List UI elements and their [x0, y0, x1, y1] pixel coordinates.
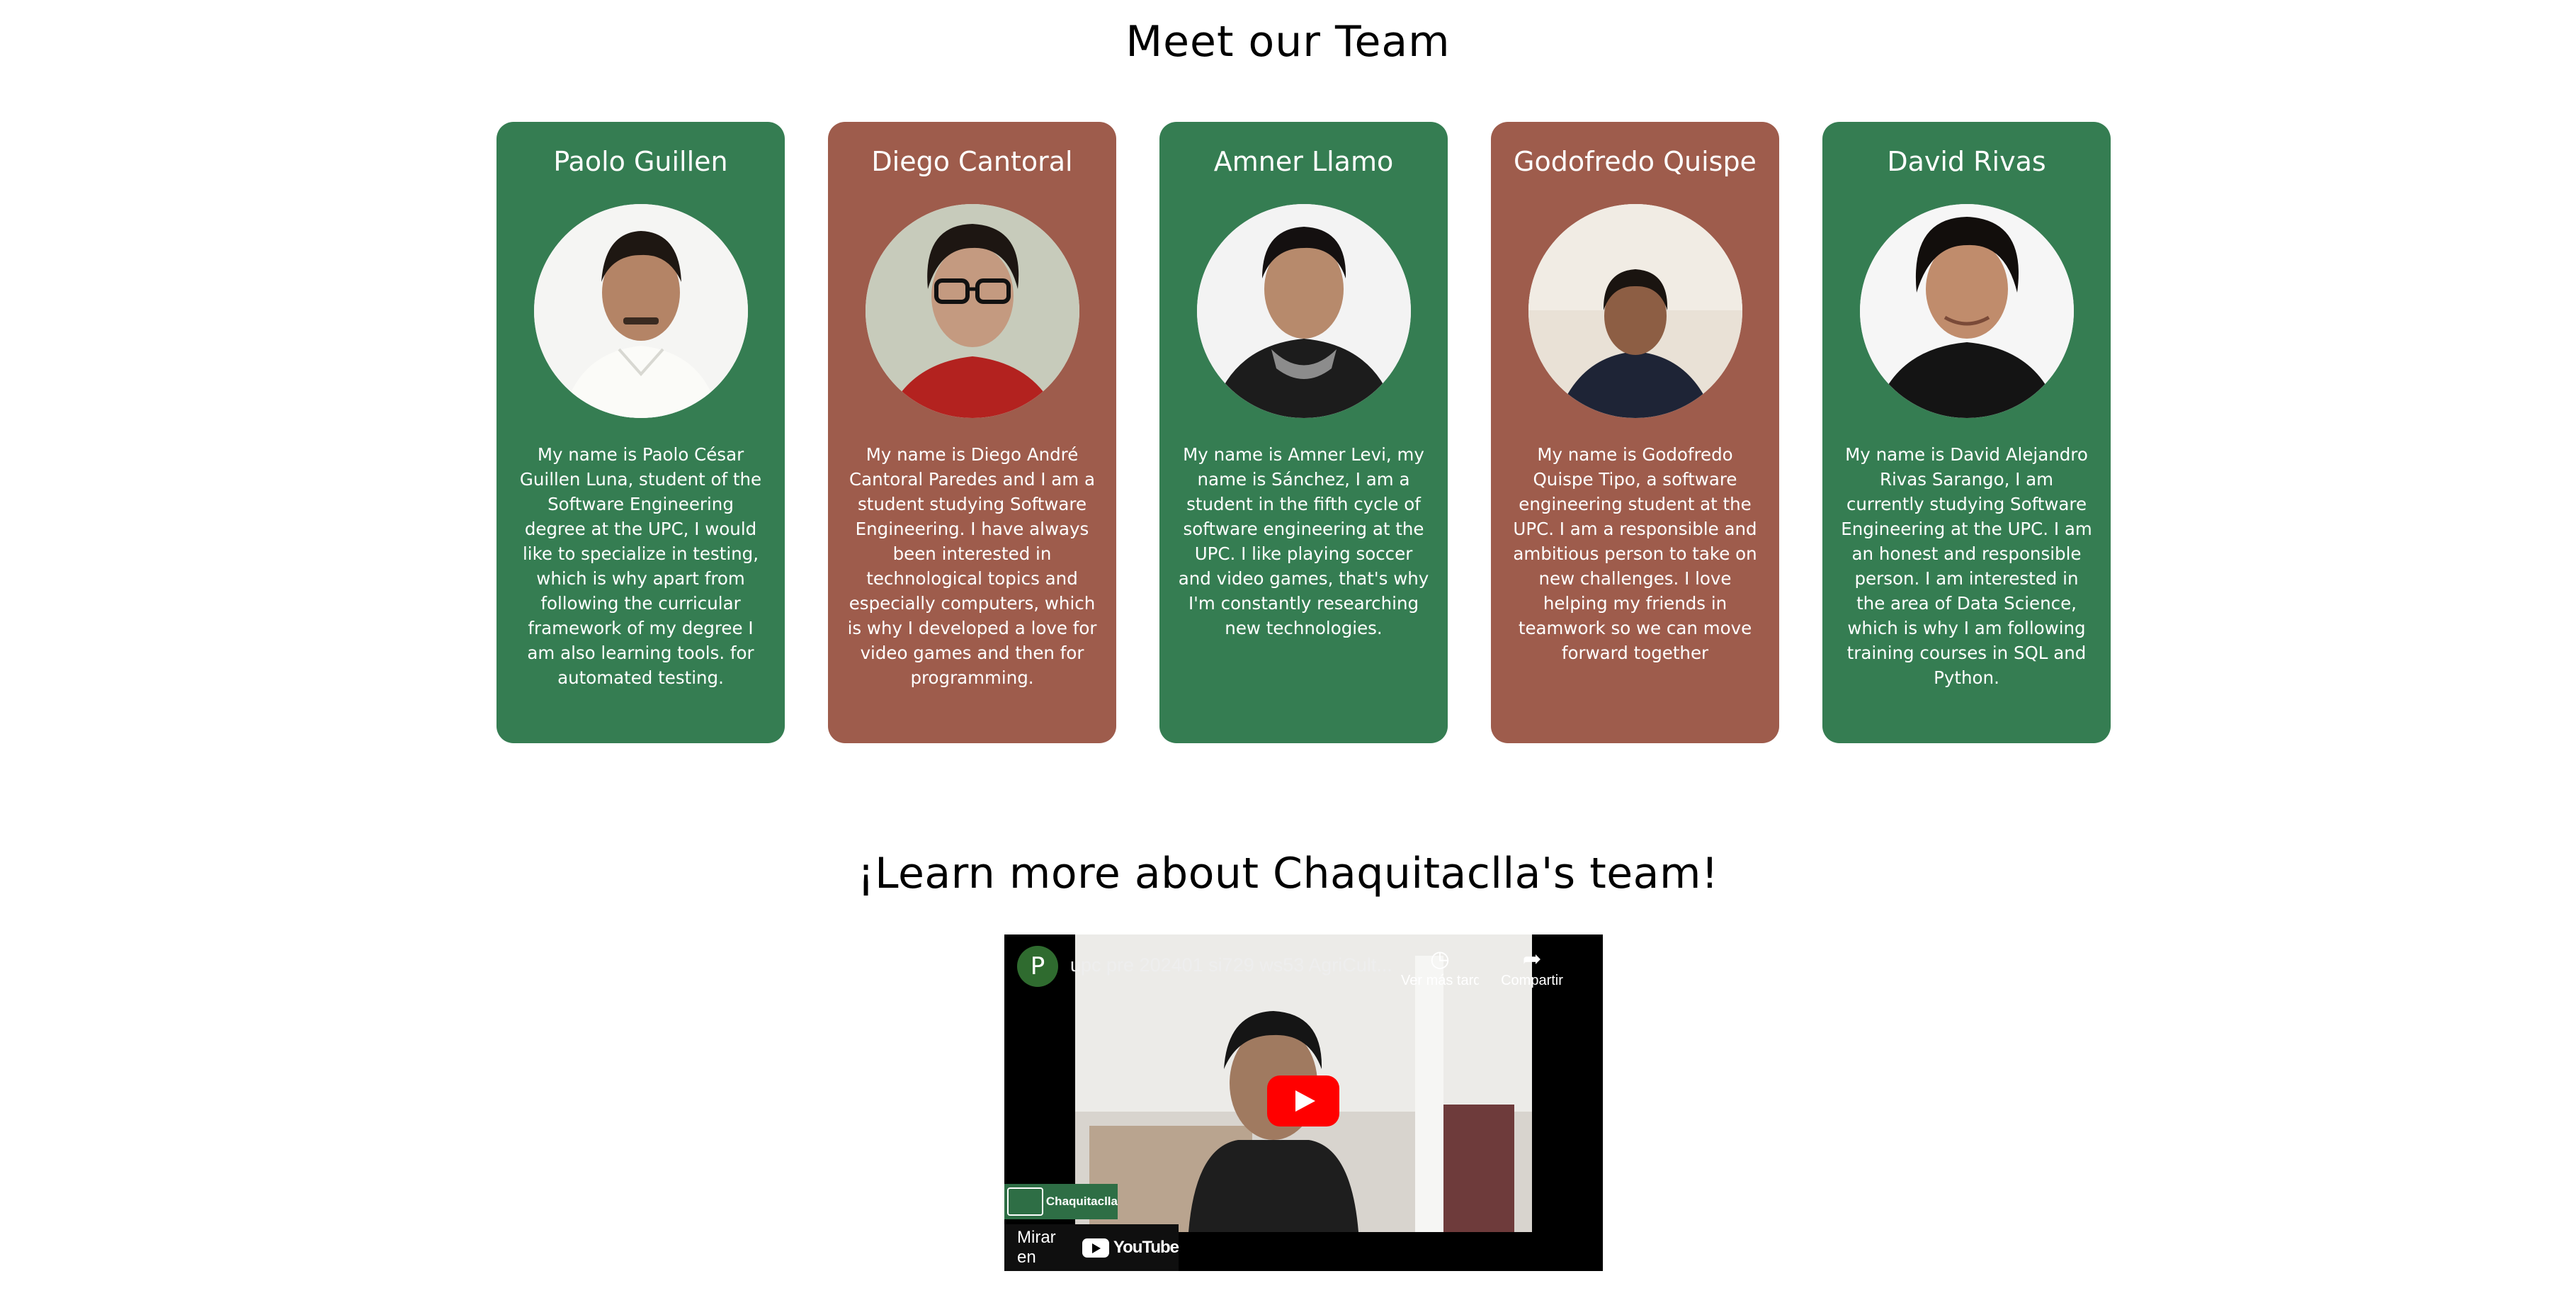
team-card-david: David Rivas My name is David Alejandro R… [1822, 122, 2111, 743]
member-name: Diego Cantoral [871, 146, 1073, 177]
share-label: Compartir [1501, 973, 1563, 988]
member-bio: My name is Paolo César Guillen Luna, stu… [519, 444, 762, 688]
member-photo [1859, 203, 2074, 418]
team-card-godofredo: Godofredo Quispe My name is Godofredo Qu… [1491, 122, 1779, 743]
clock-icon: ◷ [1430, 946, 1450, 971]
share-icon: ➦ [1522, 946, 1542, 971]
youtube-logo: YouTube [1082, 1238, 1179, 1258]
member-name: Paolo Guillen [553, 146, 728, 177]
member-photo [1528, 203, 1742, 418]
video-section-title: ¡Learn more about Chaquitaclla's team! [857, 849, 1719, 898]
member-bio: My name is David Alejandro Rivas Sarango… [1841, 444, 2092, 688]
team-card-paolo: Paolo Guillen My name is Paolo César Gui… [497, 122, 785, 743]
member-photo [533, 203, 748, 418]
video-title-link[interactable]: upc pre 202401 si729 ws53 AgriCult... [1070, 954, 1403, 976]
brand-badge-label: Chaquitaclla [1045, 1195, 1118, 1208]
member-name: Godofredo Quispe [1514, 146, 1757, 177]
share-button[interactable]: ➦ Compartir [1493, 944, 1571, 989]
play-button[interactable] [1267, 1075, 1339, 1127]
youtube-wordmark: YouTube [1113, 1238, 1179, 1257]
member-name: Amner Llamo [1213, 146, 1394, 177]
watch-on-label: Mirar en [1017, 1228, 1056, 1267]
channel-avatar[interactable]: P [1017, 946, 1058, 987]
member-photo [1196, 203, 1411, 418]
team-card-diego: Diego Cantoral My name is Diego André Ca… [828, 122, 1116, 743]
team-cards: Paolo Guillen My name is Paolo César Gui… [497, 122, 2111, 743]
member-name: David Rivas [1887, 146, 2046, 177]
watch-later-label: Ver más tarde [1401, 973, 1479, 988]
team-section-title: Meet our Team [1125, 17, 1451, 67]
member-bio: My name is Godofredo Quispe Tipo, a soft… [1513, 444, 1757, 663]
youtube-play-icon [1082, 1238, 1109, 1258]
youtube-video-player[interactable]: P upc pre 202401 si729 ws53 AgriCult... … [1004, 934, 1603, 1271]
chaquitaclla-watermark: Chaquitaclla [1004, 1184, 1118, 1219]
watch-later-button[interactable]: ◷ Ver más tarde [1401, 944, 1479, 989]
member-bio: My name is Amner Levi, my name is Sánche… [1178, 444, 1429, 638]
watch-on-youtube-button[interactable]: Mirar en YouTube [1004, 1224, 1179, 1271]
member-bio: My name is Diego André Cantoral Paredes … [847, 444, 1097, 688]
chaquitaclla-logo-icon [1007, 1187, 1043, 1216]
team-card-amner: Amner Llamo My name is Amner Levi, my na… [1159, 122, 1448, 743]
member-photo [865, 203, 1079, 418]
